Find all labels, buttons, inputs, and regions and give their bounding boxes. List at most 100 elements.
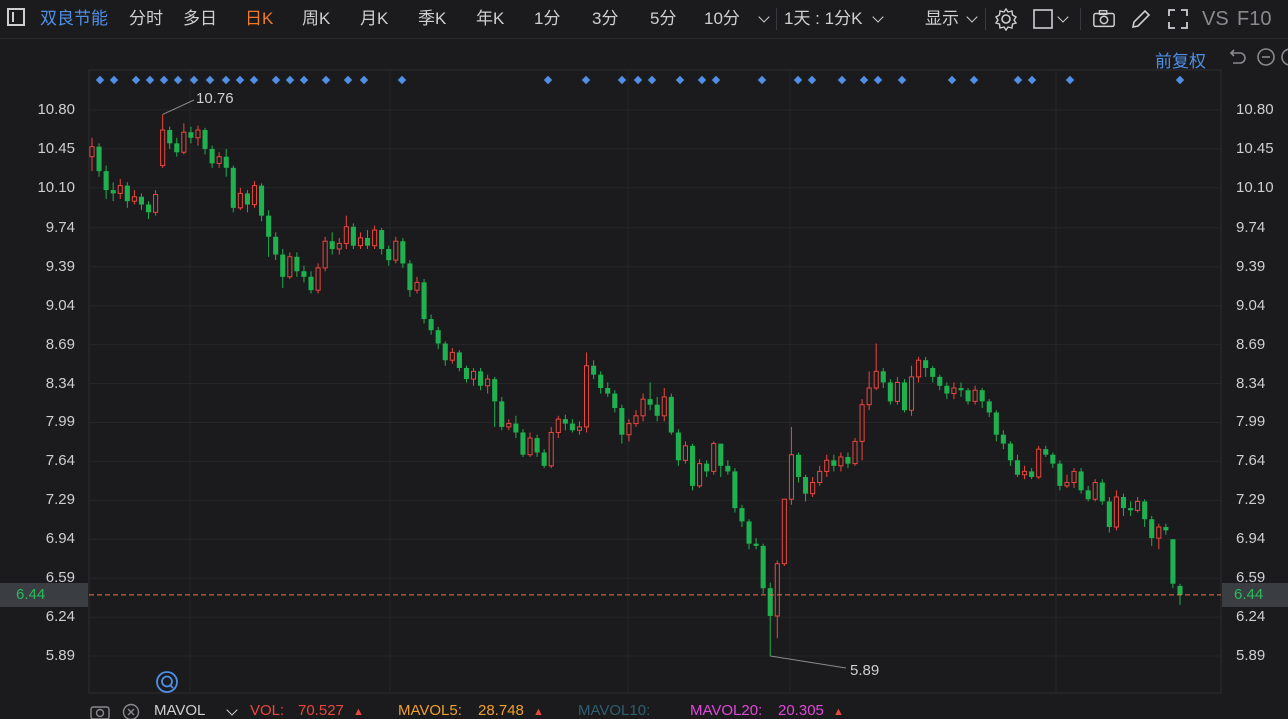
candle-body xyxy=(196,130,200,138)
candle-body xyxy=(1157,527,1161,538)
candle-body xyxy=(443,344,448,361)
candle-body xyxy=(1015,460,1020,474)
candle-body xyxy=(111,190,116,193)
candle-body xyxy=(803,477,808,494)
candle-body xyxy=(1079,471,1084,490)
candle-body xyxy=(591,366,596,375)
candle-body xyxy=(1142,501,1147,519)
event-marker-icon xyxy=(146,76,154,84)
candle-body xyxy=(676,432,681,460)
candle-body xyxy=(365,238,370,246)
event-marker-icon xyxy=(222,76,230,84)
event-marker-icon xyxy=(808,76,816,84)
event-marker-icon xyxy=(698,76,706,84)
candle-body xyxy=(1072,471,1076,482)
candle-body xyxy=(732,471,737,508)
candle-body xyxy=(831,460,836,466)
candle-body xyxy=(231,168,236,208)
axis-tick-label: 10.10 xyxy=(0,179,75,196)
candle-body xyxy=(1170,539,1175,583)
candle-body xyxy=(669,397,674,433)
candle-body xyxy=(634,416,638,424)
candle-body xyxy=(605,388,610,394)
axis-tick-label: 9.39 xyxy=(1236,258,1265,275)
candle-body xyxy=(520,432,525,454)
candle-body xyxy=(881,371,886,382)
candle-body xyxy=(1136,501,1140,510)
candle-body xyxy=(1008,444,1013,461)
magnifier-icon[interactable] xyxy=(155,670,179,694)
candle-body xyxy=(739,508,744,521)
event-marker-icon xyxy=(948,76,956,84)
candle-body xyxy=(641,399,645,416)
candle-body xyxy=(499,401,504,427)
vol-value: 70.527 xyxy=(298,702,344,719)
close-icon[interactable] xyxy=(122,703,140,719)
candle-body xyxy=(867,388,871,405)
candle-body xyxy=(811,483,815,494)
candle-body xyxy=(1086,490,1091,499)
candle-body xyxy=(662,397,666,416)
candle-body xyxy=(407,263,412,290)
axis-tick-label: 7.29 xyxy=(0,491,75,508)
event-marker-icon xyxy=(206,76,214,84)
candle-body xyxy=(895,382,899,401)
event-marker-icon xyxy=(874,76,882,84)
event-marker-icon xyxy=(712,76,720,84)
candle-body xyxy=(457,352,462,368)
candle-body xyxy=(874,371,878,388)
candle-body xyxy=(655,405,660,416)
candle-body xyxy=(132,197,136,201)
candle-body xyxy=(301,271,306,277)
event-marker-icon xyxy=(582,76,590,84)
candle-body xyxy=(252,186,256,205)
candle-body xyxy=(266,216,271,237)
candle-body xyxy=(627,424,631,435)
axis-tick-label: 10.80 xyxy=(0,101,75,118)
high-leader-line xyxy=(163,100,194,114)
candle-body xyxy=(202,130,207,149)
axis-tick-label: 6.24 xyxy=(0,608,75,625)
candle-body xyxy=(577,427,581,430)
candle-body xyxy=(415,282,419,290)
candle-body xyxy=(1037,449,1041,477)
current-price-tag-right: 6.44 xyxy=(1222,583,1288,607)
indicator-name[interactable]: MAVOL xyxy=(154,702,205,719)
axis-tick-label: 9.74 xyxy=(0,219,75,236)
candle-body xyxy=(973,390,977,401)
candle-body xyxy=(139,197,144,205)
candle-body xyxy=(351,227,356,246)
candle-body xyxy=(761,546,766,588)
candle-body xyxy=(492,379,497,401)
event-marker-icon xyxy=(1014,76,1022,84)
axis-tick-label: 10.45 xyxy=(1236,140,1274,157)
candle-body xyxy=(542,453,547,466)
candle-body xyxy=(725,466,730,472)
kline-chart[interactable] xyxy=(0,0,1288,718)
event-marker-icon xyxy=(618,76,626,84)
axis-tick-label: 9.39 xyxy=(0,258,75,275)
event-marker-icon xyxy=(250,76,258,84)
axis-tick-label: 5.89 xyxy=(1236,647,1265,664)
chevron-down-icon[interactable] xyxy=(226,704,237,715)
candle-body xyxy=(97,147,102,171)
candle-body xyxy=(980,390,985,401)
candle-body xyxy=(1149,519,1154,538)
candle-body xyxy=(944,386,949,394)
event-marker-icon xyxy=(648,76,656,84)
candle-body xyxy=(118,186,122,194)
candle-body xyxy=(154,195,158,213)
up-arrow-icon: ▲ xyxy=(533,706,544,718)
axis-tick-label: 9.04 xyxy=(1236,297,1265,314)
candle-body xyxy=(704,464,709,472)
event-marker-icon xyxy=(1176,76,1184,84)
candle-body xyxy=(698,464,702,486)
current-price-right: 6.44 xyxy=(1234,586,1263,603)
axis-tick-label: 6.94 xyxy=(1236,530,1265,547)
candle-body xyxy=(330,241,335,249)
candle-body xyxy=(1093,483,1097,500)
camera-icon[interactable] xyxy=(90,703,110,719)
candle-body xyxy=(373,230,377,246)
candle-body xyxy=(888,382,893,401)
candle-body xyxy=(563,419,568,423)
